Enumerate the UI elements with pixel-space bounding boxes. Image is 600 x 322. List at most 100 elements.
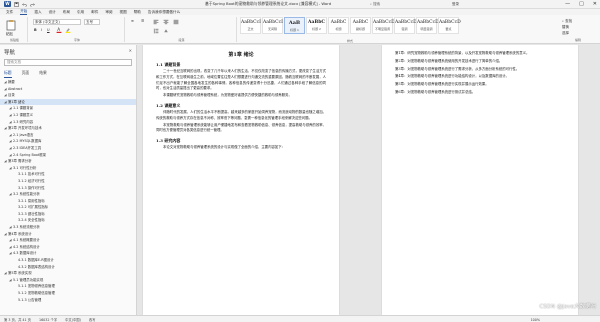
style-emphasis[interactable]: AaBbCcD 强调 <box>394 17 417 34</box>
align-left-icon[interactable] <box>153 19 159 26</box>
input-mode[interactable]: 改写 <box>89 317 96 322</box>
chapter-summary-item[interactable]: 第4章：对宠物救助与领养管理系统进行功能结构设计，以及数据库的设计。 <box>395 74 565 80</box>
document-page[interactable]: 第1章：研究宠物救助与领养管理系统的背景，以及开发宠物救助与领养管理系统的意义。… <box>382 45 578 315</box>
nav-heading-item[interactable]: ◢摘要 <box>0 79 136 86</box>
nav-heading-item[interactable]: 3.1.3 操作可行性 <box>0 185 136 192</box>
paste-button[interactable]: 粘贴 <box>6 32 13 37</box>
style-title[interactable]: AaBbC 标题 <box>328 17 349 34</box>
minimize-button[interactable]: — <box>565 1 570 7</box>
sign-in-link[interactable]: 登录 <box>452 2 459 7</box>
nav-heading-item[interactable]: ◢Abstract <box>0 86 136 93</box>
section-heading[interactable]: 1.2 课题意义 <box>156 103 326 109</box>
chapter-title[interactable]: 第1章 绪论 <box>156 51 326 58</box>
nav-heading-item[interactable]: ◢第1章 绪论 <box>0 98 136 106</box>
undo-icon[interactable] <box>22 2 27 7</box>
nav-heading-item[interactable]: ◢第3章 需求分析 <box>0 158 136 165</box>
body-paragraph[interactable]: 伴随时代的发展，人们的生活水平不断提高，越来越多的家庭开始饲养宠物，而流浪动物的… <box>156 110 326 122</box>
nav-search-input[interactable]: 搜索文档 <box>4 59 132 66</box>
bold-button[interactable]: B <box>34 28 37 32</box>
close-icon[interactable]: ✕ <box>129 48 132 53</box>
chapter-summary-item[interactable]: 第1章：研究宠物救助与领养管理系统的背景，以及开发宠物救助与领养管理系统的意义。 <box>395 51 565 57</box>
section-heading[interactable]: 1.3 研究内容 <box>156 138 326 144</box>
ribbon-search[interactable]: ⌕ 搜索 <box>370 2 380 7</box>
nav-heading-item[interactable]: 3.1.1 技术可行性 <box>0 171 136 178</box>
nav-heading-item[interactable]: ◢4.2 系统结构设计 <box>0 244 136 251</box>
page-count[interactable]: 第 3 页，共 41 页 <box>4 317 31 322</box>
align-center-icon[interactable] <box>163 19 169 26</box>
nav-heading-item[interactable]: ◢3.3 系统流程分析 <box>0 224 136 231</box>
tell-me-search[interactable]: 告诉我你想要做什么 <box>148 10 180 15</box>
zoom-level[interactable]: 100% <box>531 318 540 322</box>
nav-heading-item[interactable]: ◢2.2 MYSQL数据库 <box>0 138 136 145</box>
style-strong[interactable]: AaBbCcD 要点 <box>438 17 461 34</box>
tab-help[interactable]: 帮助 <box>134 10 141 15</box>
italic-button[interactable]: I <box>41 28 42 32</box>
close-button[interactable]: ✕ <box>593 1 597 7</box>
line-spacing-icon[interactable] <box>153 28 159 35</box>
tab-file[interactable]: 文件 <box>6 10 13 15</box>
font-color-icon[interactable]: A <box>56 27 62 34</box>
justify-icon[interactable] <box>173 19 179 26</box>
style-subtle-emphasis[interactable]: AaBbCcD 不明显强调 <box>372 17 395 34</box>
language-indicator[interactable]: 中文(中国) <box>65 317 81 322</box>
nav-heading-item[interactable]: 3.2.1 易用性指标 <box>0 198 136 205</box>
numbering-button[interactable]: ☰ <box>141 19 144 23</box>
find-button[interactable]: ⌕ 查找 <box>562 19 572 24</box>
body-paragraph[interactable]: 本课题研究宠物救助与领养管理系统，为宠物爱好者提供方便快捷的救助与领养服务。 <box>156 93 326 99</box>
nav-heading-item[interactable]: ◢第4章 系统设计 <box>0 231 136 238</box>
chapter-summary-item[interactable]: 第2章：对宠物救助与领养管理系统使用的开发技术进行了简单的介绍。 <box>395 59 565 65</box>
tab-review[interactable]: 审阅 <box>105 10 112 15</box>
word-count[interactable]: 16032 个字 <box>39 317 57 322</box>
chapter-summary-item[interactable]: 第6章：对宠物救助与领养管理系统进行测试并总结。 <box>395 90 565 96</box>
shading-icon[interactable] <box>163 28 169 35</box>
underline-button[interactable]: U <box>47 28 50 32</box>
maximize-button[interactable]: □ <box>579 1 584 7</box>
nav-heading-item[interactable]: ◢3.2 系统性能分析 <box>0 191 136 198</box>
nav-heading-item[interactable]: ◢第5章 系统实现 <box>0 270 136 277</box>
nav-heading-item[interactable]: ◢1.2 课题意义 <box>0 112 136 119</box>
body-paragraph[interactable]: 本宠物救助与领养管理系统能够让用户便捷地发布和查看宠物救助信息、领养信息，提高救… <box>156 123 326 135</box>
body-paragraph[interactable]: 二十一世纪互联网的出现，改变了几千年以来人们的生活，不仅仅改变了信息的传播方式，… <box>156 69 326 92</box>
style-intense-emphasis[interactable]: AaBbCcD 明显强调 <box>416 17 439 34</box>
tab-references[interactable]: 引用 <box>77 10 84 15</box>
nav-heading-item[interactable]: 3.2.4 安全性指标 <box>0 217 136 224</box>
nav-heading-item[interactable]: 5.1.3 公告管理 <box>0 297 136 304</box>
redo-icon[interactable] <box>30 2 35 7</box>
nav-heading-item[interactable]: ◢3.1 可行性分析 <box>0 165 136 172</box>
highlight-icon[interactable] <box>65 27 71 34</box>
nav-heading-item[interactable]: 5.1.2 宠物救助信息管理 <box>0 290 136 297</box>
document-page[interactable]: 第1章 绪论 1.1 课题背景 二十一世纪互联网的出现，改变了几千年以来人们的生… <box>143 45 339 315</box>
nav-heading-item[interactable]: ◢2.3 IDEA开发工具 <box>0 145 136 152</box>
font-family-select[interactable]: 宋体 (中文正文) <box>33 19 81 25</box>
document-area[interactable]: 第1章 绪论 1.1 课题背景 二十一世纪互联网的出现，改变了几千年以来人们的生… <box>137 45 600 315</box>
nav-heading-item[interactable]: ◢4.1 系统概要设计 <box>0 237 136 244</box>
font-size-select[interactable]: 五号 <box>84 19 100 25</box>
tab-design[interactable]: 设计 <box>49 10 56 15</box>
nav-heading-item[interactable]: ◢1.1 课题背景 <box>0 105 136 112</box>
tab-insert[interactable]: 插入 <box>34 10 41 15</box>
nav-heading-item[interactable]: 3.2.2 可扩展性指标 <box>0 204 136 211</box>
bullets-button[interactable]: ≡ <box>131 19 134 23</box>
chapter-summary-item[interactable]: 第3章：对宠物救助与领养管理系统进行了需求分析，从多方面分析系统的可行性。 <box>395 67 565 73</box>
nav-tab-headings[interactable]: 标题 <box>4 70 12 78</box>
nav-heading-item[interactable]: ◢1.3 研究内容 <box>0 119 136 126</box>
tab-layout[interactable]: 布局 <box>63 10 70 15</box>
nav-heading-item[interactable]: ◢2.1 Java语言 <box>0 132 136 139</box>
nav-heading-item[interactable]: 5.1.1 宠物领养信息管理 <box>0 283 136 290</box>
chapter-summary-item[interactable]: 第5章：对宠物救助与领养管理系统进行实现并展示运行效果。 <box>395 82 565 88</box>
nav-tab-pages[interactable]: 页面 <box>22 70 30 78</box>
body-paragraph[interactable]: 本论文对宠物救助与领养管理系统的设计与实现做了全面的介绍，主要内容如下： <box>156 145 326 151</box>
nav-heading-item[interactable]: ◢4.3 数据库设计 <box>0 250 136 257</box>
save-icon[interactable] <box>14 1 19 7</box>
style-no-spacing[interactable]: AaBbCcI 无间隔 <box>262 17 283 34</box>
tab-view[interactable]: 视图 <box>120 10 127 15</box>
nav-heading-item[interactable]: ◢5.1 管理员功能实现 <box>0 277 136 284</box>
nav-heading-item[interactable]: 3.2.3 健壮性指标 <box>0 211 136 218</box>
nav-heading-item[interactable]: ◢第2章 开发环境与技术 <box>0 125 136 132</box>
replace-button[interactable]: 替换 <box>562 25 569 30</box>
tab-mailings[interactable]: 邮件 <box>91 10 98 15</box>
nav-heading-item[interactable]: 4.3.1 数据库E-R图设计 <box>0 257 136 264</box>
nav-heading-item[interactable]: ◢目录 <box>0 92 136 99</box>
nav-tab-results[interactable]: 结果 <box>39 70 47 78</box>
nav-heading-item[interactable]: 4.3.2 数据库表结构设计 <box>0 264 136 271</box>
